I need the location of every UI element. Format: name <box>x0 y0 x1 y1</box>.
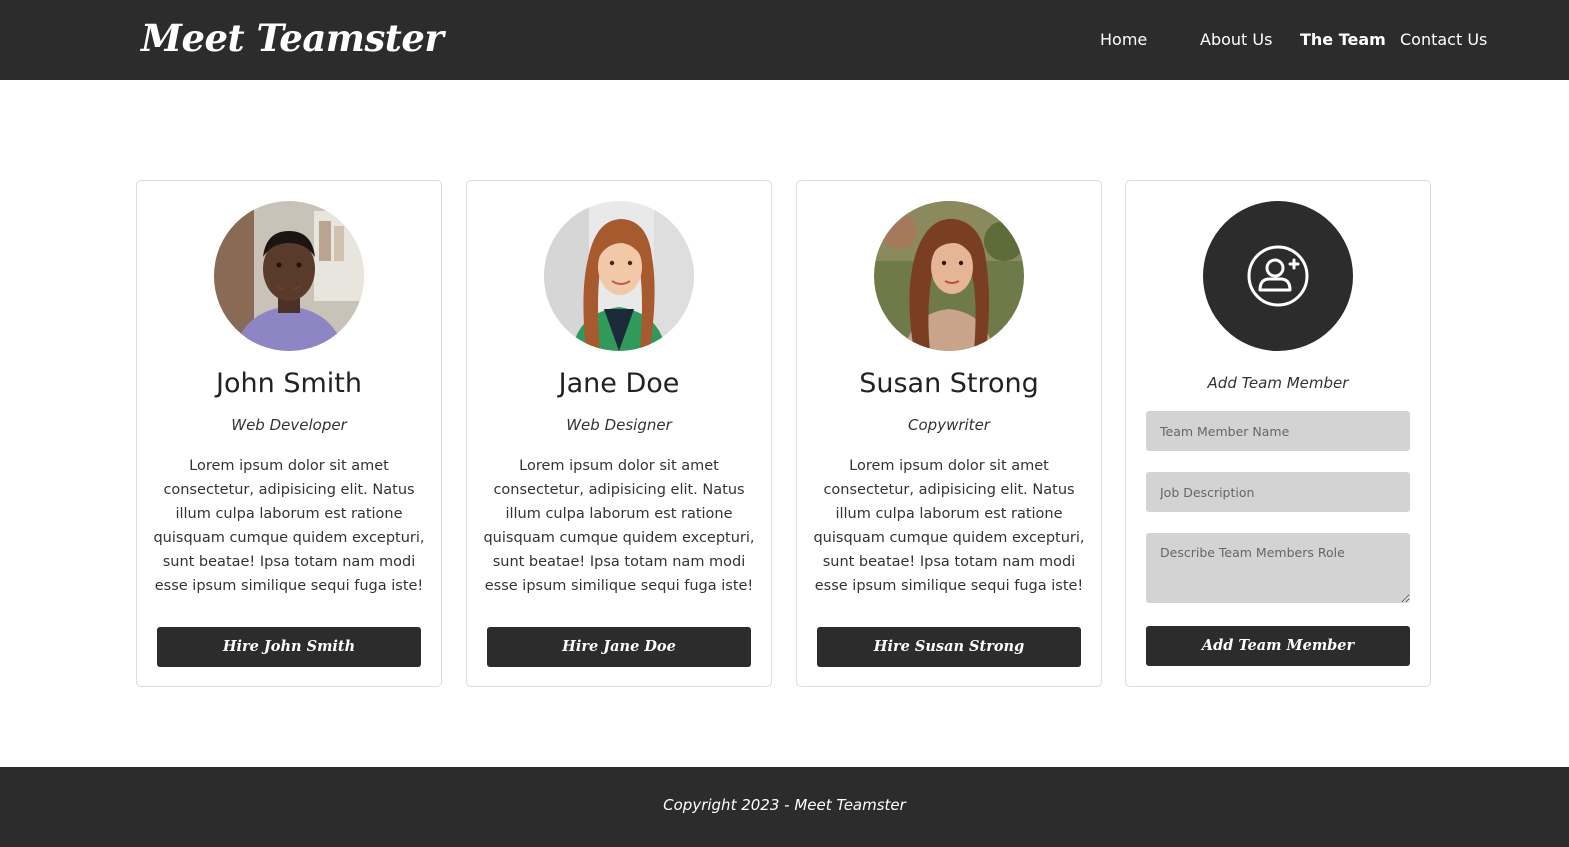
member-role-textarea[interactable] <box>1146 533 1410 603</box>
job-description-input[interactable] <box>1146 472 1410 512</box>
member-role: Copywriter <box>908 416 990 434</box>
add-member-button[interactable]: Add Team Member <box>1146 626 1410 666</box>
user-plus-icon <box>1247 245 1309 307</box>
member-role: Web Designer <box>566 416 672 434</box>
member-role: Web Developer <box>231 416 347 434</box>
member-photo <box>214 201 364 351</box>
member-name: John Smith <box>216 368 362 399</box>
member-photo-image <box>544 201 694 351</box>
member-photo <box>544 201 694 351</box>
nav-contact[interactable]: Contact Us <box>1400 29 1487 51</box>
member-name: Susan Strong <box>859 368 1039 399</box>
member-name: Jane Doe <box>558 368 680 399</box>
nav-the-team[interactable]: The Team <box>1300 29 1386 51</box>
brand-logo[interactable]: Meet Teamster <box>141 14 444 62</box>
navbar: Meet Teamster Home About Us The Team Con… <box>0 0 1569 80</box>
copyright-text: Copyright 2023 - Meet Teamster <box>663 796 906 814</box>
member-description: Lorem ipsum dolor sit amet consectetur, … <box>153 458 425 594</box>
member-card: John Smith Web Developer Lorem ipsum dol… <box>136 180 442 687</box>
member-card: Susan Strong Copywriter Lorem ipsum dolo… <box>796 180 1102 687</box>
hire-button[interactable]: Hire John Smith <box>157 627 421 667</box>
footer: Copyright 2023 - Meet Teamster <box>0 767 1569 847</box>
nav-home[interactable]: Home <box>1100 29 1147 51</box>
hire-button[interactable]: Hire Susan Strong <box>817 627 1081 667</box>
member-photo <box>874 201 1024 351</box>
hire-button[interactable]: Hire Jane Doe <box>487 627 751 667</box>
member-photo-image <box>214 201 364 351</box>
member-photo-image <box>874 201 1024 351</box>
member-card: Jane Doe Web Designer Lorem ipsum dolor … <box>466 180 772 687</box>
member-description: Lorem ipsum dolor sit amet consectetur, … <box>813 458 1085 594</box>
add-member-avatar <box>1203 201 1353 351</box>
member-name-input[interactable] <box>1146 411 1410 451</box>
add-member-card: Add Team Member Add Team Member <box>1125 180 1431 687</box>
member-description: Lorem ipsum dolor sit amet consectetur, … <box>483 458 755 594</box>
add-member-title: Add Team Member <box>1207 374 1349 392</box>
nav-about[interactable]: About Us <box>1200 29 1272 51</box>
